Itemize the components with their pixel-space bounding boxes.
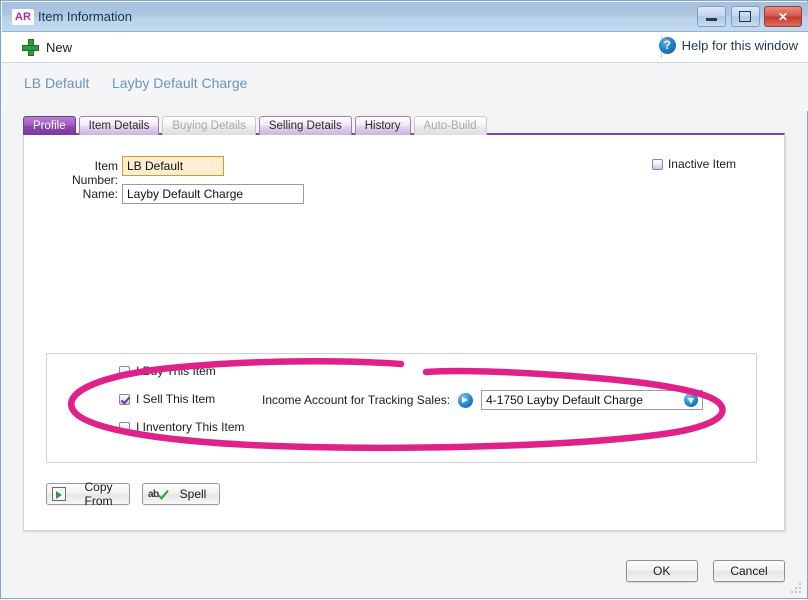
cancel-button[interactable]: Cancel <box>713 560 785 582</box>
inactive-item-label: Inactive Item <box>668 157 736 171</box>
new-button[interactable]: New <box>16 34 78 60</box>
header-item-number: LB Default <box>24 75 89 91</box>
inventory-this-item-label: I Inventory This Item <box>136 420 245 434</box>
income-account-label: Income Account for Tracking Sales: <box>262 393 450 407</box>
income-account-input[interactable]: 4-1750 Layby Default Charge <box>481 390 703 410</box>
tab-profile-label: Profile <box>33 120 66 132</box>
inactive-item-checkbox[interactable]: Inactive Item <box>652 157 736 171</box>
item-type-groupbox: I Buy This Item I Sell This Item I Inven… <box>46 353 757 463</box>
item-information-window: AR Item Information ✕ New ? Help for thi… <box>0 0 808 599</box>
title-bar: AR Item Information ✕ <box>2 2 808 32</box>
header-item-name: Layby Default Charge <box>112 75 247 91</box>
inventory-this-item-checkbox[interactable]: I Inventory This Item <box>119 420 245 434</box>
ok-button[interactable]: OK <box>626 560 698 582</box>
help-link-label: Help for this window <box>682 38 798 53</box>
buy-this-item-checkbox-box <box>119 366 130 377</box>
tab-selling-details-label: Selling Details <box>269 120 342 132</box>
copy-from-label: Copy From <box>73 480 124 508</box>
minimize-icon <box>706 18 717 21</box>
right-arrow-icon[interactable] <box>458 393 473 408</box>
name-input[interactable]: Layby Default Charge <box>122 184 304 204</box>
help-link[interactable]: ? Help for this window <box>659 37 798 54</box>
window-controls: ✕ <box>696 6 802 27</box>
profile-panel: Item Number: LB Default Name: Layby Defa… <box>23 133 785 531</box>
tab-item-details[interactable]: Item Details <box>79 116 160 135</box>
tab-history-label: History <box>365 120 401 132</box>
name-label: Name: <box>46 187 118 201</box>
close-icon: ✕ <box>765 7 801 26</box>
tab-auto-build: Auto-Build <box>414 116 487 135</box>
tab-profile[interactable]: Profile <box>23 116 76 135</box>
inventory-this-item-checkbox-box <box>119 422 130 433</box>
record-header: LB Default Layby Default Charge <box>2 63 808 111</box>
tab-history[interactable]: History <box>355 116 411 135</box>
spellcheck-icon: ab <box>148 488 165 501</box>
copy-from-button[interactable]: Copy From <box>46 483 130 505</box>
app-badge-icon: AR <box>12 9 34 25</box>
item-number-label: Item Number: <box>46 159 118 187</box>
maximize-button[interactable] <box>731 6 760 27</box>
dialog-footer: OK Cancel <box>614 560 785 582</box>
sell-this-item-label: I Sell This Item <box>136 392 215 406</box>
resize-grip[interactable] <box>791 583 802 594</box>
inactive-item-checkbox-box <box>652 159 663 170</box>
tab-item-details-label: Item Details <box>89 120 150 132</box>
new-button-label: New <box>46 40 72 55</box>
sell-this-item-checkbox[interactable]: I Sell This Item <box>119 392 215 406</box>
window-title: Item Information <box>38 9 132 25</box>
spell-button[interactable]: ab Spell <box>142 483 220 505</box>
question-icon: ? <box>659 37 676 54</box>
buy-this-item-checkbox[interactable]: I Buy This Item <box>119 364 216 378</box>
plus-icon <box>22 39 39 56</box>
income-account-value: 4-1750 Layby Default Charge <box>486 393 684 407</box>
tab-buying-details-label: Buying Details <box>172 120 246 132</box>
sell-this-item-checkbox-box <box>119 394 130 405</box>
toolbar: New ? Help for this window <box>2 32 808 63</box>
tab-buying-details: Buying Details <box>162 116 256 135</box>
tab-auto-build-label: Auto-Build <box>424 120 477 132</box>
item-number-input[interactable]: LB Default <box>122 156 224 176</box>
tab-selling-details[interactable]: Selling Details <box>259 116 352 135</box>
spell-label: Spell <box>172 487 214 501</box>
buy-this-item-label: I Buy This Item <box>136 364 216 378</box>
chevron-down-icon[interactable] <box>684 393 698 407</box>
tab-bar: Profile Item Details Buying Details Sell… <box>23 115 487 135</box>
copy-icon <box>52 487 66 501</box>
income-account-row: Income Account for Tracking Sales: 4-175… <box>262 390 703 410</box>
close-button[interactable]: ✕ <box>764 6 802 27</box>
maximize-icon <box>739 11 751 22</box>
minimize-button[interactable] <box>697 6 726 27</box>
